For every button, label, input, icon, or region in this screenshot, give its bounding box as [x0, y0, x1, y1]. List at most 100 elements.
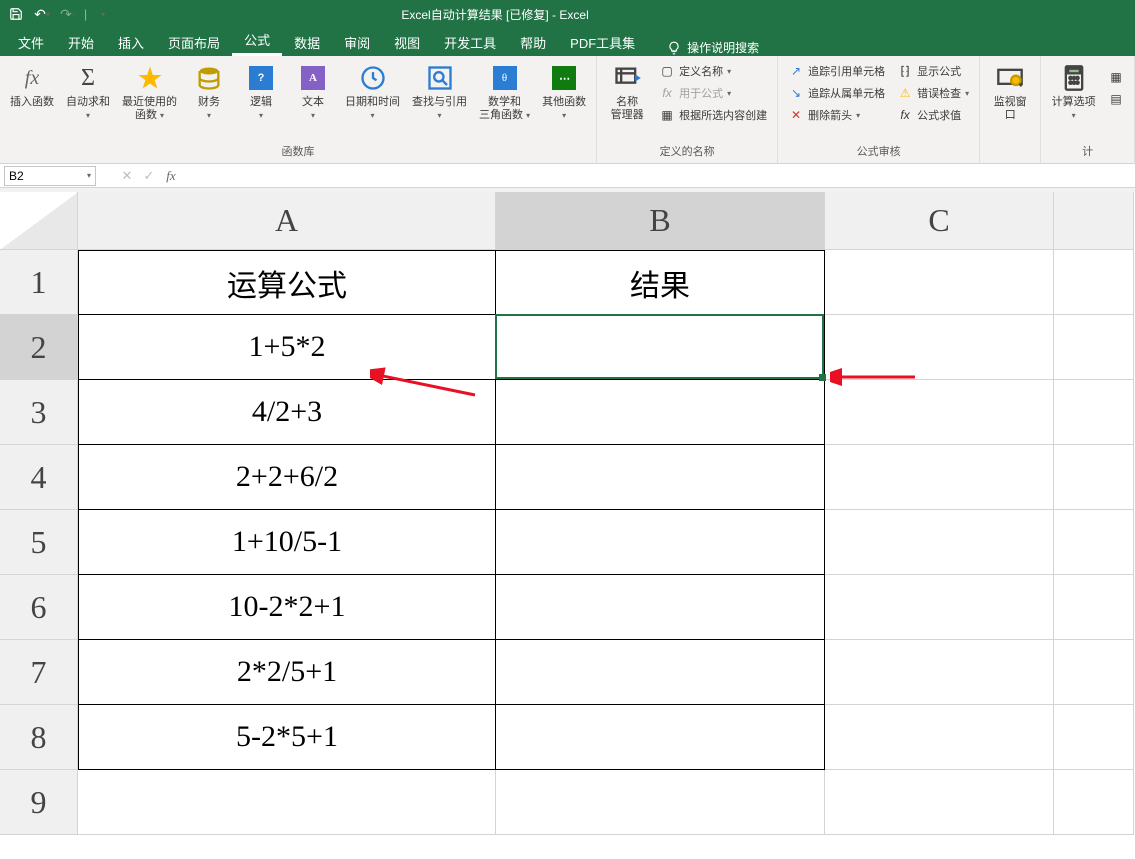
cell-A3[interactable]: 4/2+3 — [78, 380, 496, 445]
calculator-icon — [1058, 62, 1090, 94]
cancel-formula-icon: ✕ — [116, 166, 138, 186]
undo-icon[interactable]: ↶▾ — [30, 3, 54, 25]
save-icon[interactable] — [4, 3, 28, 25]
cell-X7[interactable] — [1054, 640, 1134, 705]
create-from-selection-button[interactable]: ▦根据所选内容创建 — [655, 104, 771, 126]
cell-A1[interactable]: 运算公式 — [78, 250, 496, 315]
cell-B4[interactable] — [496, 445, 825, 510]
group-calculation-label: 计 — [1047, 141, 1128, 161]
insert-function-button[interactable]: fx 插入函数 — [6, 60, 58, 141]
cell-X2[interactable] — [1054, 315, 1134, 380]
cell-X6[interactable] — [1054, 575, 1134, 640]
row-header-9[interactable]: 9 — [0, 770, 78, 835]
watch-window-button[interactable]: 监视窗口 — [986, 60, 1034, 157]
row-header-2[interactable]: 2 — [0, 315, 78, 380]
cell-B3[interactable] — [496, 380, 825, 445]
cell-C2[interactable] — [825, 315, 1054, 380]
cell-X8[interactable] — [1054, 705, 1134, 770]
cell-A8[interactable]: 5-2*5+1 — [78, 705, 496, 770]
trace-dep-icon: ↘ — [788, 85, 804, 101]
row-header-1[interactable]: 1 — [0, 250, 78, 315]
show-formulas-button[interactable]: ⁅⁆显示公式 — [893, 60, 973, 82]
trace-precedents-button[interactable]: ↗追踪引用单元格 — [784, 60, 889, 82]
tell-me-search[interactable]: 操作说明搜索 — [667, 39, 759, 56]
cell-A5[interactable]: 1+10/5-1 — [78, 510, 496, 575]
tab-developer[interactable]: 开发工具 — [432, 27, 508, 56]
use-in-formula-button[interactable]: fx用于公式 ▾ — [655, 82, 771, 104]
cell-B5[interactable] — [496, 510, 825, 575]
cell-B9[interactable] — [496, 770, 825, 835]
cell-C4[interactable] — [825, 445, 1054, 510]
tab-formulas[interactable]: 公式 — [232, 24, 282, 56]
cell-X5[interactable] — [1054, 510, 1134, 575]
column-header-A[interactable]: A — [78, 192, 496, 250]
cell-B1[interactable]: 结果 — [496, 250, 825, 315]
row-header-8[interactable]: 8 — [0, 705, 78, 770]
tab-data[interactable]: 数据 — [282, 27, 332, 56]
formula-input[interactable] — [182, 166, 1135, 186]
cell-B2[interactable] — [496, 315, 825, 380]
cell-A9[interactable] — [78, 770, 496, 835]
cell-B6[interactable] — [496, 575, 825, 640]
text-button[interactable]: A 文本▾ — [289, 60, 337, 141]
chevron-down-icon[interactable]: ▾ — [87, 171, 91, 180]
row-header-3[interactable]: 3 — [0, 380, 78, 445]
tab-file[interactable]: 文件 — [6, 27, 56, 56]
evaluate-formula-button[interactable]: fx公式求值 — [893, 104, 973, 126]
cell-A2[interactable]: 1+5*2 — [78, 315, 496, 380]
autosum-button[interactable]: Σ 自动求和▾ — [62, 60, 114, 141]
cell-B7[interactable] — [496, 640, 825, 705]
cell-C1[interactable] — [825, 250, 1054, 315]
cell-X4[interactable] — [1054, 445, 1134, 510]
cell-C9[interactable] — [825, 770, 1054, 835]
column-header-C[interactable]: C — [825, 192, 1054, 250]
cell-B8[interactable] — [496, 705, 825, 770]
redo-icon[interactable]: ↷▾ — [56, 3, 80, 25]
name-manager-button[interactable]: 名称 管理器 — [603, 60, 651, 141]
cell-C8[interactable] — [825, 705, 1054, 770]
cell-C5[interactable] — [825, 510, 1054, 575]
cell-A6[interactable]: 10-2*2+1 — [78, 575, 496, 640]
financial-button[interactable]: 财务▾ — [185, 60, 233, 141]
calc-now-button[interactable]: ▦ — [1104, 66, 1128, 88]
tab-home[interactable]: 开始 — [56, 27, 106, 56]
calc-sheet-button[interactable]: ▤ — [1104, 88, 1128, 110]
tab-insert[interactable]: 插入 — [106, 27, 156, 56]
tab-review[interactable]: 审阅 — [332, 27, 382, 56]
tab-view[interactable]: 视图 — [382, 27, 432, 56]
row-header-6[interactable]: 6 — [0, 575, 78, 640]
tab-help[interactable]: 帮助 — [508, 27, 558, 56]
cell-A4[interactable]: 2+2+6/2 — [78, 445, 496, 510]
spreadsheet-grid[interactable]: ABC 1运算公式结果 21+5*234/2+342+2+6/251+10/5-16… — [0, 192, 1135, 835]
tab-layout[interactable]: 页面布局 — [156, 27, 232, 56]
cell-C6[interactable] — [825, 575, 1054, 640]
remove-arrows-button[interactable]: ✕删除箭头 ▾ — [784, 104, 889, 126]
column-header-blank[interactable] — [1054, 192, 1134, 250]
row-header-4[interactable]: 4 — [0, 445, 78, 510]
select-all-corner[interactable] — [0, 192, 78, 250]
cell-X3[interactable] — [1054, 380, 1134, 445]
datetime-button[interactable]: 日期和时间▾ — [341, 60, 404, 141]
error-check-button[interactable]: ⚠错误检查 ▾ — [893, 82, 973, 104]
row-header-5[interactable]: 5 — [0, 510, 78, 575]
cell-X9[interactable] — [1054, 770, 1134, 835]
logical-button[interactable]: ? 逻辑▾ — [237, 60, 285, 141]
cell-X1[interactable] — [1054, 250, 1134, 315]
calculation-options-button[interactable]: 计算选项 ▾ — [1047, 60, 1100, 141]
name-box[interactable]: B2 ▾ — [4, 166, 96, 186]
define-name-button[interactable]: ▢定义名称 ▾ — [655, 60, 771, 82]
lookup-button[interactable]: 查找与引用▾ — [408, 60, 471, 141]
cell-A7[interactable]: 2*2/5+1 — [78, 640, 496, 705]
math-trig-button[interactable]: θ 数学和 三角函数 ▾ — [475, 60, 534, 141]
more-functions-button[interactable]: ⋯ 其他函数▾ — [538, 60, 590, 141]
trace-dependents-button[interactable]: ↘追踪从属单元格 — [784, 82, 889, 104]
recent-functions-button[interactable]: 最近使用的 函数 ▾ — [118, 60, 181, 141]
cell-C7[interactable] — [825, 640, 1054, 705]
tab-pdf[interactable]: PDF工具集 — [558, 27, 647, 56]
qat-customize-icon[interactable]: ▾ — [91, 3, 115, 25]
fx-bar-icon[interactable]: fx — [160, 166, 182, 186]
star-icon — [134, 62, 166, 94]
cell-C3[interactable] — [825, 380, 1054, 445]
column-header-B[interactable]: B — [496, 192, 825, 250]
row-header-7[interactable]: 7 — [0, 640, 78, 705]
